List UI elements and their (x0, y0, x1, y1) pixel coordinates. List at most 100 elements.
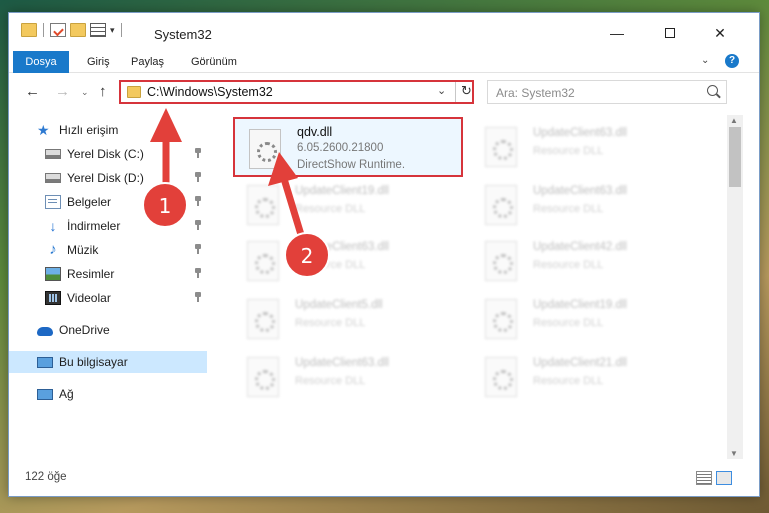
forward-arrow-icon[interactable]: → (55, 83, 70, 100)
file-explorer-window: ▾ System32 — ✕ Dosya Giriş Paylaş Görünü… (8, 12, 760, 497)
pin-icon[interactable] (195, 292, 201, 302)
tab-share[interactable]: Paylaş (119, 51, 176, 73)
pin-icon[interactable] (195, 268, 201, 278)
pin-icon[interactable] (195, 220, 201, 230)
file-tile[interactable]: UpdateClient63.dll Resource DLL (471, 117, 701, 177)
folder-icon[interactable] (21, 23, 37, 37)
dll-file-icon (485, 127, 517, 167)
download-icon: ↓ (49, 218, 57, 234)
sidebar-item-label: Ağ (59, 387, 74, 401)
file-description: Resource DLL (533, 145, 604, 157)
address-path[interactable]: C:\Windows\System32 (147, 85, 273, 99)
close-button[interactable]: ✕ (697, 21, 743, 45)
dll-file-icon (485, 241, 517, 281)
scroll-up-arrow-icon[interactable]: ▲ (730, 116, 738, 125)
pin-icon[interactable] (195, 148, 201, 158)
file-name: UpdateClient63.dll (533, 127, 627, 139)
title-bar: ▾ System32 — ✕ (9, 13, 759, 49)
close-icon: ✕ (714, 24, 726, 41)
pin-icon[interactable] (195, 244, 201, 254)
window-title: System32 (154, 27, 212, 42)
scroll-down-arrow-icon[interactable]: ▼ (730, 449, 738, 458)
sidebar-item-local-disk-d[interactable]: Yerel Disk (D:) (9, 167, 207, 189)
dll-file-icon (485, 357, 517, 397)
properties-icon[interactable] (50, 23, 66, 37)
pin-icon[interactable] (195, 196, 201, 206)
sidebar-item-label: Belgeler (67, 195, 112, 209)
file-version: 6.05.2600.21800 (297, 142, 384, 154)
music-icon: ♪ (49, 241, 57, 258)
dll-file-icon (247, 357, 279, 397)
sidebar-item-quick-access[interactable]: ★ Hızlı erişim (9, 119, 207, 141)
file-name: UpdateClient42.dll (533, 241, 627, 253)
sidebar-item-local-disk-c[interactable]: Yerel Disk (C:) (9, 143, 207, 165)
sidebar-item-documents[interactable]: Belgeler (9, 191, 207, 213)
search-input[interactable]: Ara: System32 (496, 86, 575, 100)
tab-view[interactable]: Görünüm (179, 51, 249, 73)
search-icon[interactable] (707, 85, 718, 96)
file-tile[interactable]: UpdateClient42.dll Resource DLL (471, 231, 701, 291)
file-tile[interactable]: UpdateClient63.dll Resource DLL (471, 175, 701, 235)
file-name: qdv.dll (297, 125, 333, 139)
sidebar-item-label: Bu bilgisayar (59, 355, 128, 369)
file-tile[interactable]: UpdateClient19.dll Resource DLL (233, 175, 463, 235)
sidebar-item-label: OneDrive (59, 323, 110, 337)
search-box[interactable]: Ara: System32 (487, 80, 727, 104)
file-tile[interactable]: UpdateClient19.dll Resource DLL (471, 289, 701, 349)
tab-home[interactable]: Giriş (75, 51, 122, 73)
view-options-icon[interactable] (90, 23, 106, 37)
file-name: UpdateClient21.dll (533, 357, 627, 369)
pictures-icon (45, 267, 61, 281)
folder-icon (127, 86, 141, 98)
help-icon[interactable]: ? (725, 54, 739, 68)
sidebar-item-music[interactable]: ♪ Müzik (9, 239, 207, 261)
navigation-pane: ★ Hızlı erişim Yerel Disk (C:) Yerel Dis… (9, 115, 209, 460)
file-tile[interactable]: UpdateClient63.dll Resource DLL (233, 231, 463, 291)
new-folder-icon[interactable] (70, 23, 86, 37)
sidebar-item-pictures[interactable]: Resimler (9, 263, 207, 285)
file-description: Resource DLL (295, 203, 366, 215)
file-tile[interactable]: UpdateClient63.dll Resource DLL (233, 347, 463, 407)
dll-file-icon (247, 299, 279, 339)
documents-icon (45, 195, 61, 209)
maximize-icon (665, 28, 675, 38)
sidebar-item-videos[interactable]: Videolar (9, 287, 207, 309)
vertical-scrollbar[interactable]: ▲ ▼ (727, 115, 743, 459)
file-description: Resource DLL (295, 259, 366, 271)
refresh-icon[interactable]: ↻ (461, 83, 472, 99)
item-count: 122 öğe (25, 471, 67, 483)
details-view-icon[interactable] (696, 471, 712, 485)
file-name: UpdateClient19.dll (533, 299, 627, 311)
disk-icon (45, 149, 61, 159)
address-divider (455, 82, 456, 102)
sidebar-item-downloads[interactable]: ↓ İndirmeler (9, 215, 207, 237)
address-dropdown-chevron-icon[interactable]: ⌄ (437, 84, 446, 97)
address-bar[interactable]: C:\Windows\System32 ⌄ ↻ (119, 80, 474, 104)
up-arrow-icon[interactable]: ↑ (99, 83, 107, 100)
sidebar-item-label: Videolar (67, 291, 111, 305)
file-tile-highlighted[interactable]: qdv.dll 6.05.2600.21800 DirectShow Runti… (233, 117, 463, 177)
toolbar-divider (120, 23, 122, 37)
recent-locations-chevron-icon[interactable]: ⌄ (81, 87, 89, 98)
sidebar-item-label: Yerel Disk (D:) (67, 171, 144, 185)
back-arrow-icon[interactable]: ← (25, 83, 40, 100)
tiles-view-icon[interactable] (716, 471, 732, 485)
file-name: UpdateClient63.dll (295, 357, 389, 369)
videos-icon (45, 291, 61, 305)
pin-icon[interactable] (195, 172, 201, 182)
tab-file[interactable]: Dosya (13, 51, 69, 73)
file-tile[interactable]: UpdateClient21.dll Resource DLL (471, 347, 701, 407)
sidebar-item-onedrive[interactable]: OneDrive (9, 319, 207, 341)
maximize-button[interactable] (647, 21, 693, 45)
file-description: Resource DLL (295, 317, 366, 329)
file-description: Resource DLL (533, 317, 604, 329)
minimize-button[interactable]: — (594, 21, 640, 45)
sidebar-item-network[interactable]: Ağ (9, 383, 207, 405)
file-tile[interactable]: UpdateClient5.dll Resource DLL (233, 289, 463, 349)
customize-toolbar-chevron-icon[interactable]: ▾ (110, 25, 115, 36)
expand-ribbon-chevron-icon[interactable]: ⌄ (701, 55, 709, 66)
status-bar: 122 öğe (9, 465, 759, 489)
scrollbar-thumb[interactable] (729, 127, 741, 187)
sidebar-item-this-pc[interactable]: Bu bilgisayar (9, 351, 207, 373)
file-name: UpdateClient5.dll (295, 299, 383, 311)
